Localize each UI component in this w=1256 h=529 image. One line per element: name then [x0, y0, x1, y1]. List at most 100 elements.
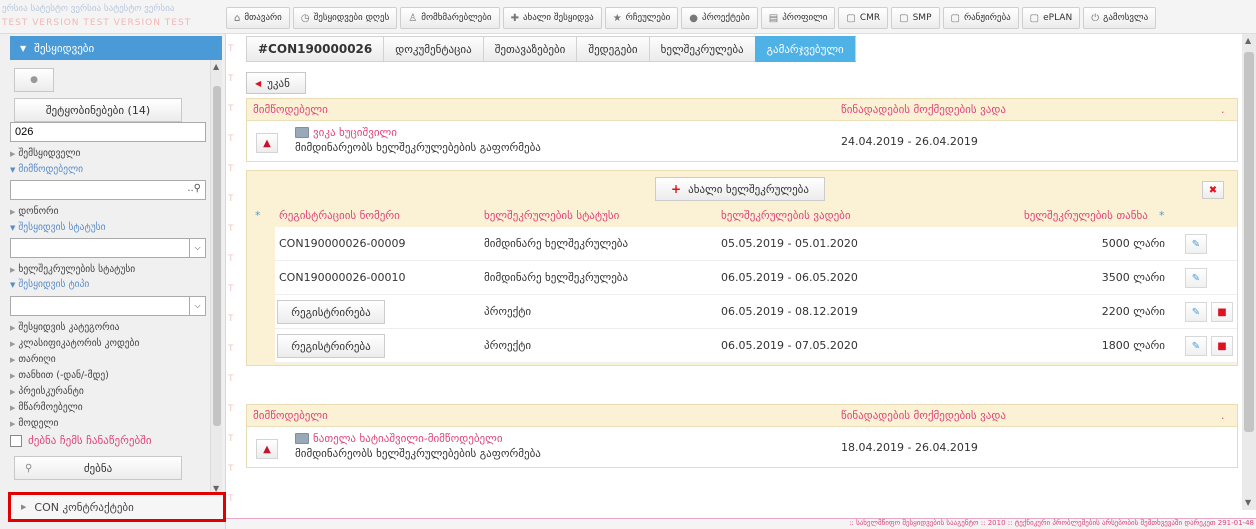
messages-button[interactable]: შეტყობინებები (14) [14, 98, 182, 122]
edit-icon[interactable]: ✎ [1185, 268, 1207, 288]
star-icon: ★ [612, 12, 622, 24]
col-validity: წინადადების მოქმედების ვადა [841, 409, 1006, 422]
contract-amount: 2200 ლარი [1101, 305, 1165, 318]
back-button[interactable]: ◀ უკან [246, 72, 306, 94]
arrow-right-icon: ▶ [10, 150, 16, 158]
reg-number[interactable]: CON190000026-00010 [279, 271, 406, 284]
content-scroll-thumb[interactable] [1244, 52, 1254, 432]
nav-item-7[interactable]: ▢ CMR [838, 7, 889, 29]
filter-classifier-code[interactable]: ▶ კლასიფიკატორის კოდები [10, 338, 139, 349]
arrow-right-icon: ▶ [10, 266, 16, 274]
filter-buyer[interactable]: ▶ შემსყიდველი [10, 148, 80, 159]
footer: :: სახელმწიფო შესყიდვების სააგენტო :: 20… [226, 518, 1256, 529]
arrow-down-icon: ▼ [10, 224, 16, 232]
tab-contract[interactable]: ხელშეკრულება [648, 36, 755, 62]
procurement-status-select[interactable]: ⌵ [10, 238, 206, 258]
arrow-down-icon: ▼ [10, 281, 16, 289]
nav-item-11[interactable]: ⏻ გამოსვლა [1083, 7, 1157, 29]
sidebar-small-button[interactable]: ● [14, 68, 54, 92]
supplier-panel-1: მიმწოდებელი წინადადების მოქმედების ვადა … [246, 98, 1238, 162]
scroll-up-icon[interactable]: ▲ [1245, 36, 1251, 45]
nav-item-label: პროფილი [782, 13, 828, 23]
sidebar-scroll-thumb[interactable] [213, 86, 221, 426]
sidebar-header-procurements[interactable]: ▼ შესყიდვები [10, 36, 222, 60]
nav-item-1[interactable]: ◷ შესყიდვები დღეს [292, 7, 398, 29]
top-bar: ერსია სატესტო ვერსია სატესტო ვერსია TEST… [0, 0, 1256, 34]
clock-icon: ◷ [300, 12, 310, 24]
supplier-name[interactable]: ვიკა ხუციშვილი [313, 126, 397, 139]
filter-procurement-category[interactable]: ▶ შესყიდვის კატეგორია [10, 322, 119, 333]
filter-supplier[interactable]: ▼ მიმწოდებელი [10, 164, 83, 175]
close-icon[interactable]: ✖ [1202, 181, 1224, 199]
supplier-panel-2: მიმწოდებელი წინადადების მოქმედების ვადა … [246, 404, 1238, 468]
supplier-name[interactable]: ნათელა ხატიაშვილი-მიმწოდებელი [313, 432, 503, 445]
chevron-down-icon: ⌵ [189, 239, 205, 257]
tab-winner[interactable]: გამარჯვებული [754, 36, 856, 62]
supplier-search-field[interactable]: ..⚲ [10, 180, 206, 200]
lock-icon[interactable]: ▲ [256, 133, 278, 153]
arrow-right-icon: ▶ [21, 503, 27, 511]
edit-icon[interactable]: ✎ [1185, 234, 1207, 254]
search-button[interactable]: ⚲ ძებნა [14, 456, 182, 480]
search-button-label: ძებნა [83, 461, 113, 475]
scroll-up-icon[interactable]: ▲ [213, 62, 219, 71]
arrow-right-icon: ▶ [10, 404, 16, 412]
tab-procurement-id[interactable]: #CON190000026 [246, 36, 384, 62]
tab-documentation[interactable]: დოკუმენტაცია [383, 36, 483, 62]
contract-term: 06.05.2019 - 08.12.2019 [721, 305, 858, 318]
col-contract-term: ხელშეკრულების ვადები [721, 209, 851, 222]
col-supplier: მიმწოდებელი [253, 409, 328, 422]
trash-icon[interactable]: ■ [1211, 302, 1233, 322]
filter-amount[interactable]: ▶ თანხით (-დან/-მდე) [10, 370, 109, 381]
col-contract-status: ხელშეკრულების სტატუსი [484, 209, 620, 222]
table-row: CON190000026-00010 მიმდინარე ხელშეკრულებ… [275, 261, 1237, 295]
my-records-checkbox[interactable] [10, 434, 22, 447]
nav-item-label: ePLAN [1043, 13, 1073, 23]
contracts-section: + ახალი ხელშეკრულება ✖ * რეგისტრაციის ნო… [246, 170, 1238, 366]
nav-item-9[interactable]: ▢ რანჟირება [942, 7, 1019, 29]
nav-item-5[interactable]: ● პროექტები [681, 7, 758, 29]
required-star: * [255, 209, 261, 222]
reg-number[interactable]: CON190000026-00009 [279, 237, 406, 250]
register-button[interactable]: რეგისტრირება [277, 300, 385, 324]
supplier-panel-header: მიმწოდებელი წინადადების მოქმედების ვადა … [247, 405, 1237, 427]
register-button[interactable]: რეგისტრირება [277, 334, 385, 358]
filter-procurement-type[interactable]: ▼ შესყიდვის ტიპი [10, 279, 89, 290]
col-reg-no: რეგისტრაციის ნომერი [279, 209, 400, 222]
table-row: CON190000026-00009 მიმდინარე ხელშეკრულებ… [275, 227, 1237, 261]
contract-amount: 5000 ლარი [1101, 237, 1165, 250]
nav-item-2[interactable]: ♙ მომხმარებლები [400, 7, 500, 29]
procurement-type-select[interactable]: ⌵ [10, 296, 206, 316]
trash-icon[interactable]: ■ [1211, 336, 1233, 356]
filter-pre-contract[interactable]: ▶ პრეისკურანტი [10, 386, 84, 397]
filter-contract-status[interactable]: ▶ ხელშეკრულების სტატუსი [10, 264, 135, 275]
tab-offers[interactable]: შეთავაზებები [482, 36, 577, 62]
scroll-down-icon[interactable]: ▼ [1245, 498, 1251, 507]
nav-item-6[interactable]: ▤ პროფილი [760, 7, 836, 29]
search-icon[interactable]: ..⚲ [187, 183, 201, 194]
filter-manufacturer[interactable]: ▶ მწარმოებელი [10, 402, 83, 413]
filter-procurement-status[interactable]: ▼ შესყიდვის სტატუსი [10, 222, 106, 233]
lock-icon[interactable]: ▲ [256, 439, 278, 459]
my-records-checkbox-row[interactable]: ძებნა ჩემს ჩანაწერებში [10, 434, 152, 447]
edit-icon[interactable]: ✎ [1185, 336, 1207, 356]
nav-item-8[interactable]: ▢ SMP [891, 7, 940, 29]
filter-date[interactable]: ▶ თარიღი [10, 354, 56, 365]
edit-icon[interactable]: ✎ [1185, 302, 1207, 322]
sidebar-scrollbar[interactable]: ▲ ▼ [210, 60, 222, 498]
nav-item-3[interactable]: ✚ ახალი შესყიდვა [502, 7, 602, 29]
sidebar-search-input[interactable] [10, 122, 206, 142]
tab-results[interactable]: შედეგები [576, 36, 649, 62]
nav-item-4[interactable]: ★ რჩეულები [604, 7, 679, 29]
brand-watermark: ერსია სატესტო ვერსია სატესტო ვერსია TEST… [0, 0, 222, 34]
content-scrollbar[interactable]: ▲ ▼ [1242, 34, 1256, 510]
my-records-label: ძებნა ჩემს ჩანაწერებში [28, 434, 152, 447]
required-star: * [1159, 209, 1165, 222]
sidebar-item-con-contracts[interactable]: ▶ CON კონტრაქტები [8, 492, 226, 522]
new-contract-button[interactable]: + ახალი ხელშეკრულება [655, 177, 825, 201]
filter-donor[interactable]: ▶ დონორი [10, 206, 59, 217]
nav-item-0[interactable]: ⌂ მთავარი [226, 7, 290, 29]
nav-item-10[interactable]: ▢ ePLAN [1021, 7, 1081, 29]
filter-model[interactable]: ▶ მოდელი [10, 418, 58, 429]
procurement-tabs: #CON190000026 დოკუმენტაცია შეთავაზებები … [246, 36, 856, 62]
